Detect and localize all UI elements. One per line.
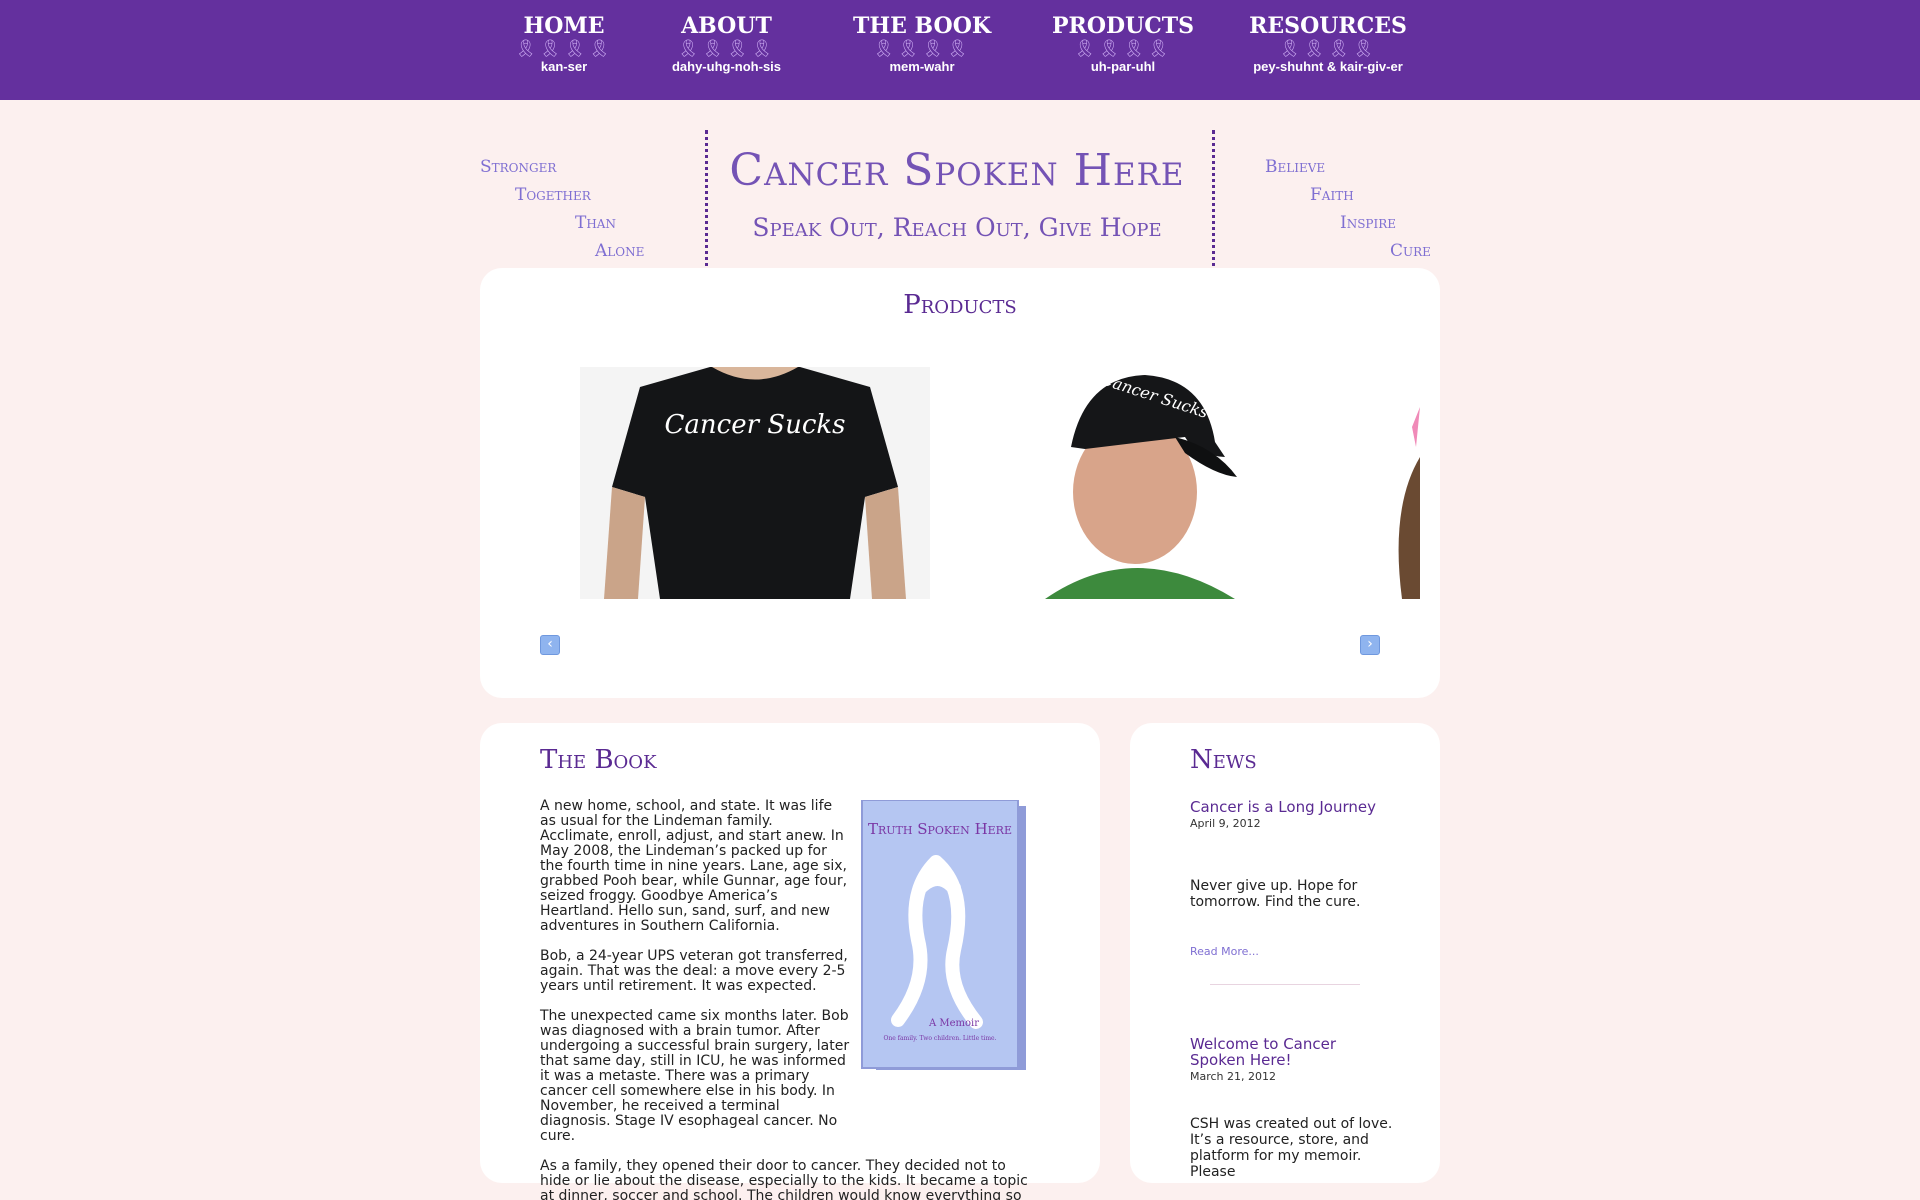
slider-next-button[interactable]: ›: [1360, 635, 1380, 655]
tagline-left-3: Than: [575, 213, 616, 233]
news-item-title[interactable]: Cancer is a Long Journey: [1190, 799, 1390, 815]
cap-image: Cancer Sucks: [1025, 367, 1265, 599]
nav-label: RESOURCES: [1249, 13, 1407, 39]
nav-item-products[interactable]: PRODUCTS 🎗🎗🎗🎗 uh-par-uhl: [1052, 12, 1194, 76]
news-item-date: April 9, 2012: [1190, 817, 1261, 830]
tagline-left-1: Stronger: [480, 157, 557, 177]
nav-label: THE BOOK: [852, 13, 992, 39]
products-heading: Products: [903, 290, 1017, 320]
product-slide-partial[interactable]: [1380, 367, 1420, 599]
tagline-right-3: Inspire: [1340, 213, 1397, 233]
nav-label: PRODUCTS: [1052, 13, 1195, 39]
ribbon-icons: 🎗🎗🎗🎗: [514, 39, 614, 59]
ribbon-icons: 🎗🎗🎗🎗: [1278, 39, 1378, 59]
tagline-right-4: Cure: [1390, 241, 1431, 261]
news-panel: [1130, 723, 1440, 1183]
nav-label: HOME: [523, 13, 605, 39]
nav-pronunciation: uh-par-uhl: [1090, 59, 1156, 74]
product-slide-tshirt[interactable]: Cancer Sucks: [580, 367, 930, 599]
book-paragraph: Bob, a 24-year UPS veteran got transferr…: [540, 948, 848, 994]
news-heading: News: [1190, 745, 1257, 775]
news-item-body: Never give up. Hope for tomorrow. Find t…: [1190, 878, 1361, 910]
partial-product-image: [1380, 367, 1420, 599]
nav-item-home[interactable]: HOME 🎗🎗🎗🎗 kan-ser: [504, 12, 624, 76]
site-subtitle: Speak Out, Reach Out, Give Hope: [752, 213, 1162, 242]
read-more-link[interactable]: Read More...: [1190, 945, 1259, 958]
book-paragraph: The unexpected came six months later. Bo…: [540, 1008, 850, 1144]
book-paragraph: As a family, they opened their door to c…: [540, 1158, 1028, 1200]
site-title: Cancer Spoken Here: [729, 145, 1185, 196]
book-paragraph: A new home, school, and state. It was li…: [540, 798, 848, 934]
news-item-date: March 21, 2012: [1190, 1070, 1277, 1083]
tagline-left-2: Together: [515, 185, 591, 205]
news-divider: [1210, 984, 1360, 985]
news-item-body: CSH was created out of love. It’s a reso…: [1190, 1116, 1393, 1180]
tagline-right-1: Believe: [1265, 157, 1326, 177]
top-navigation-bar: HOME 🎗🎗🎗🎗 kan-ser ABOUT 🎗🎗🎗🎗 dahy-uhg-no…: [0, 0, 1920, 100]
ribbon-icons: 🎗🎗🎗🎗: [1073, 39, 1173, 59]
nav-pronunciation: mem-wahr: [889, 59, 955, 74]
tagline-left-4: Alone: [595, 241, 645, 261]
tagline-right-2: Faith: [1310, 185, 1354, 205]
nav-pronunciation: pey-shuhnt & kair-giv-er: [1253, 59, 1403, 74]
nav-label: ABOUT: [681, 13, 772, 39]
news-item: Welcome to Cancer Spoken Here! March 21,…: [1190, 1036, 1390, 1083]
news-item-title[interactable]: Welcome to Cancer Spoken Here!: [1190, 1036, 1390, 1068]
tshirt-print-text: Cancer Sucks: [665, 410, 846, 440]
nav-pronunciation: kan-ser: [540, 59, 588, 74]
book-heading: The Book: [540, 745, 657, 775]
nav-item-resources[interactable]: RESOURCES 🎗🎗🎗🎗 pey-shuhnt & kair-giv-er: [1238, 12, 1418, 76]
ribbon-icons: 🎗🎗🎗🎗: [677, 39, 776, 59]
ribbon-icons: 🎗🎗🎗🎗: [872, 39, 972, 59]
product-slide-cap[interactable]: Cancer Sucks: [1025, 367, 1265, 599]
nav-item-about[interactable]: ABOUT 🎗🎗🎗🎗 dahy-uhg-noh-sis: [654, 12, 799, 76]
book-excerpt: A new home, school, and state. It was li…: [540, 799, 1028, 1200]
header-divider-right: [1212, 130, 1215, 280]
tshirt-image: Cancer Sucks: [580, 367, 930, 599]
nav-pronunciation: dahy-uhg-noh-sis: [671, 59, 782, 74]
nav-item-the-book[interactable]: THE BOOK 🎗🎗🎗🎗 mem-wahr: [852, 12, 992, 76]
news-item: Cancer is a Long Journey April 9, 2012: [1190, 799, 1390, 830]
slider-prev-button[interactable]: ‹: [540, 635, 560, 655]
